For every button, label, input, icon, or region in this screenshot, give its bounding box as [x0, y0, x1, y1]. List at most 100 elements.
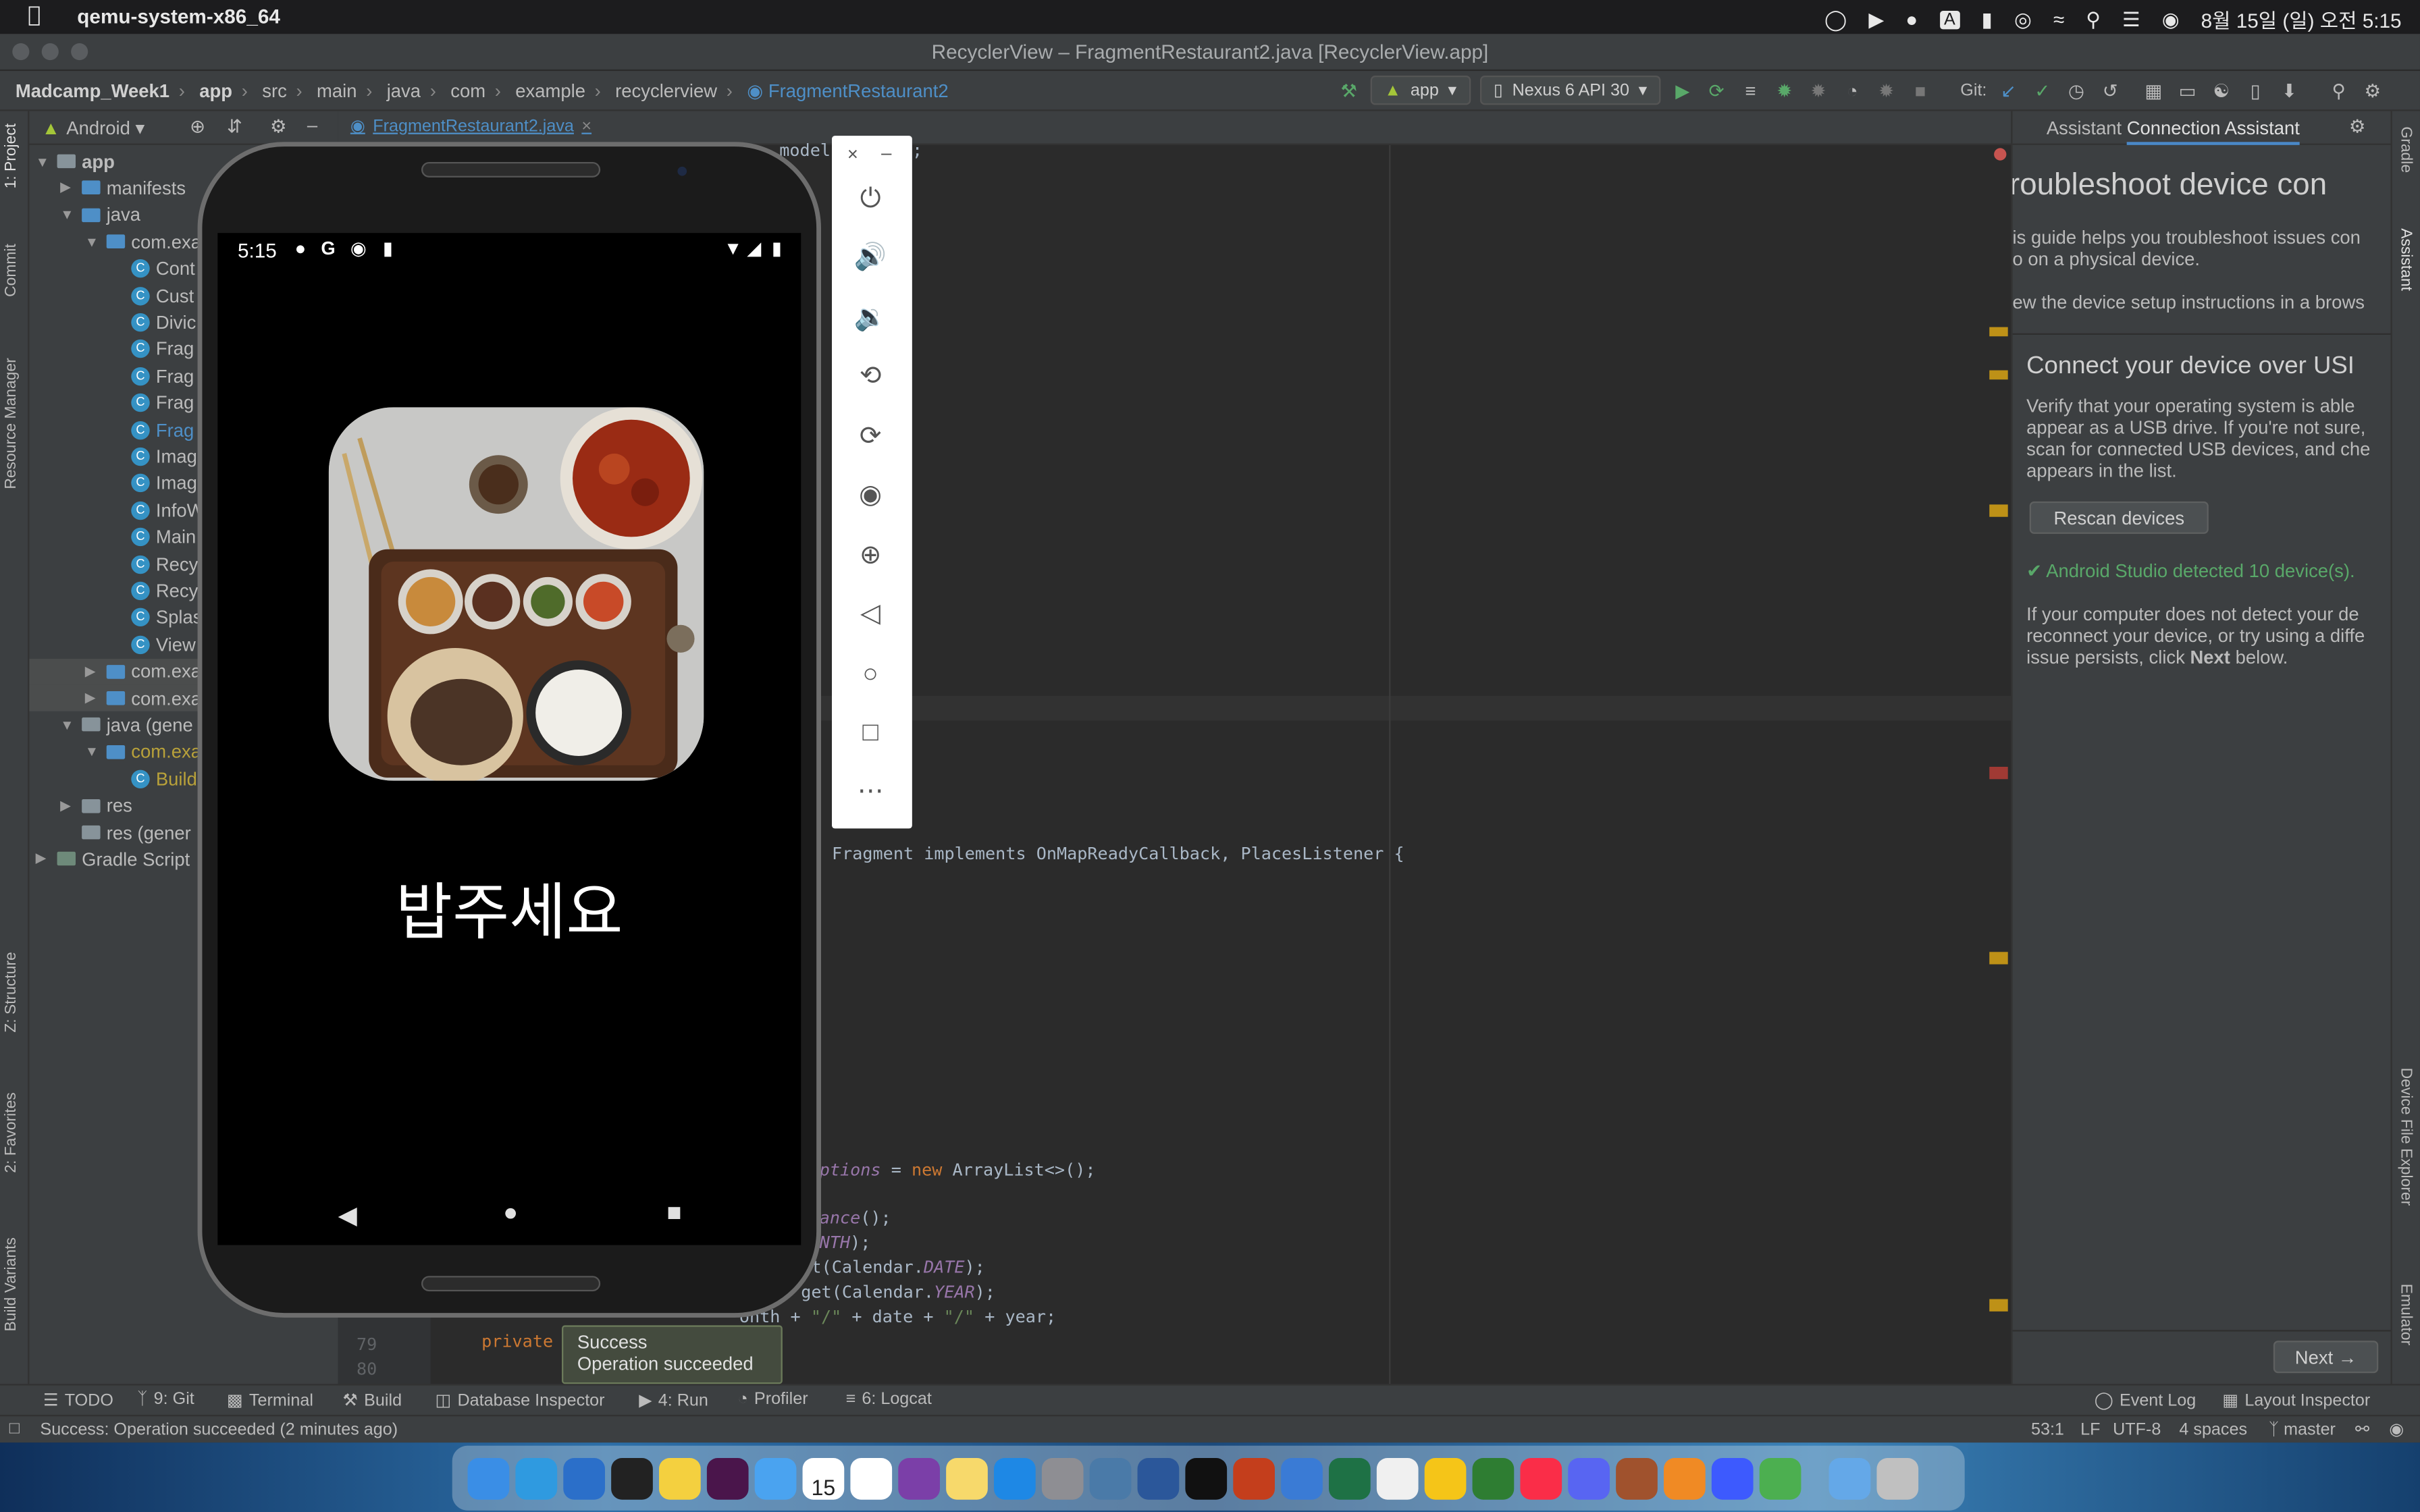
run-icon[interactable]: ▶	[1671, 78, 1695, 103]
collapse-all-icon[interactable]: ⇵	[227, 115, 242, 137]
volume-up-icon[interactable]: 🔊	[853, 241, 887, 275]
trash-dock-icon[interactable]	[1876, 1457, 1919, 1499]
success-toast[interactable]: Success Operation succeeded	[561, 1325, 783, 1384]
mail-dock-icon[interactable]	[754, 1457, 797, 1499]
assistant-intro-link[interactable]: ew the device setup instructions in a br…	[2013, 292, 2365, 313]
hammer-build-icon[interactable]: ⚒	[1336, 78, 1361, 103]
onenote-dock-icon[interactable]	[898, 1457, 940, 1499]
expand-arrow-open-icon[interactable]: ▼	[85, 234, 101, 250]
tab-assistant[interactable]: Assistant	[2047, 117, 2122, 139]
more-options-icon[interactable]: ⋯	[853, 774, 887, 808]
music-dock-icon[interactable]	[1520, 1457, 1562, 1499]
editor-tab-fragmentrestaurant2[interactable]: ◉ FragmentRestaurant2.java ×	[350, 115, 591, 136]
back-nav-icon[interactable]: ◀	[338, 1200, 357, 1231]
discord-dock-icon[interactable]	[1568, 1457, 1610, 1499]
close-tab-icon[interactable]: ×	[581, 117, 591, 135]
settings-dock-icon[interactable]	[1041, 1457, 1084, 1499]
control-center-icon[interactable]: ☰	[2122, 7, 2140, 32]
avd-manager-icon[interactable]: ▯	[2243, 78, 2268, 103]
smartsync-dock-icon[interactable]	[1281, 1457, 1323, 1499]
tree-item[interactable]: C Build	[109, 765, 197, 792]
tool-window-profiler[interactable]: ◔ Profiler	[738, 1390, 808, 1408]
siri-icon[interactable]: ◉	[2162, 7, 2180, 32]
debug-icon[interactable]: ✹	[1772, 78, 1797, 103]
git-branch[interactable]: ᛉ master	[2269, 1421, 2336, 1439]
breadcrumb-item[interactable]: main	[317, 80, 357, 102]
finder-dock-icon[interactable]	[467, 1457, 510, 1499]
expand-arrow-open-icon[interactable]: ▼	[85, 744, 101, 759]
vscode-dock-icon[interactable]	[563, 1457, 605, 1499]
tree-item[interactable]: ▼ app	[36, 148, 115, 174]
expand-arrow-open-icon[interactable]: ▼	[60, 718, 76, 733]
tree-item[interactable]: ▶ Gradle Script	[36, 846, 190, 872]
breadcrumb-item[interactable]: com	[450, 80, 485, 102]
tool-window-todo[interactable]: ☰ TODO	[43, 1390, 113, 1411]
camera-icon[interactable]: ◉	[853, 479, 887, 512]
tree-item[interactable]: C InfoW	[109, 497, 204, 523]
notion-dock-icon[interactable]	[850, 1457, 893, 1499]
zoom-icon[interactable]: ⊕	[853, 539, 887, 572]
tool-window-git[interactable]: ᛉ 9: Git	[137, 1390, 194, 1408]
breadcrumb-current-class[interactable]: ◉ FragmentRestaurant2	[747, 80, 948, 102]
gradle-sync-icon[interactable]: ☯	[2209, 78, 2234, 103]
expand-arrow-closed-icon[interactable]: ▶	[85, 663, 101, 680]
folder-dock-icon[interactable]	[1829, 1457, 1871, 1499]
breadcrumb-item[interactable]: Madcamp_Week1	[16, 80, 169, 102]
tool-window-layout-inspector[interactable]: ▦ Layout Inspector	[2222, 1390, 2370, 1411]
device-dropdown[interactable]: ▯ Nexus 6 API 30 ▾	[1479, 75, 1661, 105]
vlc-dock-icon[interactable]	[1663, 1457, 1706, 1499]
expand-arrow-closed-icon[interactable]: ▶	[60, 797, 76, 814]
phone-screen[interactable]: 5:15 ● G ◉ ▮ ▼ ◢ ▮ 밥주세요 ◀ ● ■	[217, 233, 801, 1245]
profile-icon[interactable]: ◔	[1840, 78, 1865, 103]
tree-item[interactable]: C Frag	[109, 336, 194, 362]
tree-item[interactable]: C View	[109, 631, 196, 657]
status-toggle-icon[interactable]: □	[9, 1420, 20, 1438]
hide-panel-icon[interactable]: –	[307, 114, 317, 136]
tree-item[interactable]: C Divic	[109, 309, 196, 335]
expand-arrow-open-icon[interactable]: ▼	[36, 153, 51, 169]
scroll-marker[interactable]	[1989, 327, 2008, 337]
tree-item[interactable]: ▶ res	[60, 792, 132, 819]
appstore-dock-icon[interactable]	[993, 1457, 1036, 1499]
rotate-right-icon[interactable]: ⟳	[853, 420, 887, 454]
rescan-devices-button[interactable]: Rescan devices	[2029, 501, 2209, 534]
code-line[interactable]: NTH);	[820, 1233, 871, 1253]
scroll-marker[interactable]	[1989, 766, 2008, 780]
scroll-marker[interactable]	[1989, 370, 2008, 380]
tree-item[interactable]: C Frag	[109, 363, 194, 389]
tool-window-event-log[interactable]: ◯ Event Log	[2095, 1390, 2197, 1411]
project-view-mode-dropdown[interactable]: Android ▾	[66, 117, 144, 139]
tool-window-emulator[interactable]: Emulator	[2397, 1284, 2414, 1345]
tool-window-build-variants[interactable]: Build Variants	[3, 1237, 20, 1331]
minimize-emulator-icon[interactable]: –	[881, 142, 891, 163]
tree-item[interactable]: C Imag	[109, 443, 197, 470]
active-app-name[interactable]: qemu-system-x86_64	[77, 5, 280, 28]
glasses-icon[interactable]: ◯	[1824, 7, 1847, 32]
code-line[interactable]: et(Calendar.DATE);	[801, 1258, 985, 1278]
apple-icon[interactable]: 	[28, 3, 41, 28]
expand-arrow-closed-icon[interactable]: ▶	[85, 690, 101, 707]
inspector-icon[interactable]: ◉	[2389, 1420, 2404, 1439]
expand-arrow-closed-icon[interactable]: ▶	[60, 180, 76, 196]
lock-icon[interactable]: ⚯	[2355, 1420, 2369, 1439]
code-line[interactable]: ptions = new ArrayList<>();	[820, 1160, 1096, 1181]
sdk-manager-icon[interactable]: ⬇	[2277, 78, 2302, 103]
airdrop-icon[interactable]: ◎	[2014, 7, 2032, 32]
project-structure-icon[interactable]: ▦	[2141, 78, 2166, 103]
tree-item[interactable]: C Recy	[109, 551, 198, 577]
tool-window-structure[interactable]: Z: Structure	[3, 952, 20, 1032]
panel-settings-icon[interactable]: ⚙	[270, 115, 287, 137]
run-config-dropdown[interactable]: ▲ app ▾	[1370, 75, 1471, 105]
tree-item[interactable]: C Frag	[109, 416, 194, 443]
tool-window-logcat[interactable]: ≡ 6: Logcat	[846, 1390, 932, 1408]
activity-monitor-dock-icon[interactable]	[1185, 1457, 1228, 1499]
locate-icon[interactable]: ⊕	[190, 115, 205, 137]
tree-item[interactable]: C Imag	[109, 470, 197, 497]
ide-settings-icon[interactable]: ⚙	[2361, 78, 2386, 103]
code-line[interactable]: get(Calendar.YEAR);	[801, 1282, 995, 1302]
slack-dock-icon[interactable]	[706, 1457, 749, 1499]
tool-window-run[interactable]: ▶ 4: Run	[639, 1390, 708, 1411]
code-line[interactable]: private	[481, 1332, 563, 1352]
kakaotalk-dock-icon[interactable]	[658, 1457, 701, 1499]
textedit-dock-icon[interactable]	[1376, 1457, 1419, 1499]
